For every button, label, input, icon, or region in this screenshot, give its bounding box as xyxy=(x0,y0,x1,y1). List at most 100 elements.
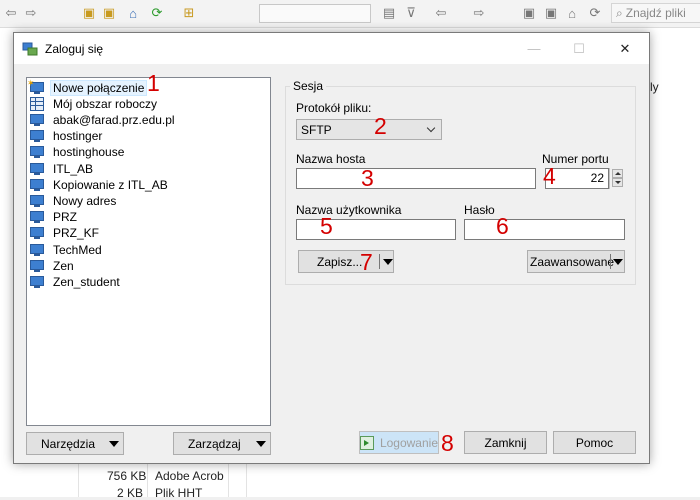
annotation-number: 6 xyxy=(496,213,509,239)
site-item[interactable]: Kopiowanie z ITL_AB xyxy=(29,177,170,193)
site-item[interactable]: hostinger xyxy=(29,128,104,144)
computer-icon xyxy=(29,243,45,257)
dropdown-arrow-icon xyxy=(613,259,623,265)
advanced-button[interactable]: Zaawansowane xyxy=(527,250,625,273)
site-item-label: Zen xyxy=(53,259,74,273)
site-item-label: Kopiowanie z ITL_AB xyxy=(53,178,168,192)
remote-refresh-icon[interactable]: ⟳ xyxy=(586,5,604,21)
site-item[interactable]: Nowy adres xyxy=(29,193,118,209)
background-toolbar: ⇦ ⇨ ▣ ▣ ⌂ ⟳ ⊞ ▤ ⊽ ⇦ ⇨ ▣ ▣ ⌂ ⟳ ⌕ Znajdź p… xyxy=(0,0,700,28)
folder-up-icon[interactable]: ▣ xyxy=(80,5,98,21)
dialog-title: Zaloguj się xyxy=(45,42,104,56)
close-button[interactable]: Zamknij xyxy=(464,431,547,454)
tree-icon[interactable]: ⊞ xyxy=(180,5,198,21)
home-icon[interactable]: ⌂ xyxy=(124,5,142,21)
tools-button[interactable]: Narzędzia xyxy=(26,432,124,455)
spin-down-icon[interactable] xyxy=(612,178,623,187)
site-item[interactable]: Zen xyxy=(29,258,76,274)
workspace-icon xyxy=(29,97,45,111)
dialog-titlebar[interactable]: Zaloguj się — ☐ ✕ xyxy=(14,33,649,64)
split-separator xyxy=(610,254,611,269)
manage-button-label: Zarządzaj xyxy=(188,436,241,451)
file-type-cell: Adobe Acrob xyxy=(155,469,224,483)
search-icon: ⌕ xyxy=(616,5,623,20)
annotation-number: 5 xyxy=(320,213,333,239)
computer-icon xyxy=(29,275,45,289)
login-icon xyxy=(360,435,374,450)
dropdown-arrow-icon xyxy=(109,441,119,447)
forward-icon[interactable]: ⇨ xyxy=(22,5,40,21)
site-item-label: ITL_AB xyxy=(53,162,94,176)
annotation-number: 3 xyxy=(361,165,374,191)
computer-icon xyxy=(29,226,45,240)
computer-icon xyxy=(29,178,45,192)
help-button[interactable]: Pomoc xyxy=(553,431,636,454)
dropdown-arrow-icon xyxy=(256,441,266,447)
site-item-label: PRZ xyxy=(53,210,77,224)
password-input[interactable] xyxy=(464,219,625,240)
root-folder-icon[interactable]: ▣ xyxy=(100,5,118,21)
filter-icon[interactable]: ⊽ xyxy=(402,5,420,21)
site-item-label: TechMed xyxy=(53,243,102,257)
site-item-label: hostinger xyxy=(53,129,103,143)
column-divider xyxy=(228,460,229,497)
protocol-select[interactable]: SFTP xyxy=(296,119,442,140)
save-button[interactable]: Zapisz... xyxy=(298,250,394,273)
site-list[interactable]: ✶ Nowe połączenie Mój obszar roboczy aba… xyxy=(26,77,271,426)
host-input[interactable] xyxy=(296,168,536,189)
annotation-number: 4 xyxy=(543,163,556,189)
remote-folder-icon[interactable]: ▣ xyxy=(520,5,538,21)
open-directory-icon[interactable]: ▤ xyxy=(380,5,398,21)
login-button[interactable]: Logowanie xyxy=(359,431,439,454)
manage-button[interactable]: Zarządzaj xyxy=(173,432,271,455)
minimize-button[interactable]: — xyxy=(511,33,557,64)
dropdown-arrow-icon xyxy=(383,259,393,265)
computer-icon xyxy=(29,259,45,273)
port-stepper[interactable] xyxy=(609,168,625,189)
column-divider xyxy=(78,460,79,497)
file-size-cell: 2 KB xyxy=(117,486,144,500)
annotation-number: 2 xyxy=(374,113,387,139)
remote-home-icon[interactable]: ⌂ xyxy=(563,5,581,21)
site-item-label: abak@farad.prz.edu.pl xyxy=(53,113,175,127)
remote-root-icon[interactable]: ▣ xyxy=(542,5,560,21)
back-icon[interactable]: ⇦ xyxy=(2,5,20,21)
chevron-down-icon xyxy=(426,123,436,133)
site-item[interactable]: ITL_AB xyxy=(29,161,95,177)
remote-back-icon[interactable]: ⇦ xyxy=(432,5,450,21)
login-dialog: Zaloguj się — ☐ ✕ ✶ Nowe połączenie Mój … xyxy=(13,32,650,464)
annotation-number: 8 xyxy=(441,430,454,456)
find-files-button[interactable]: ⌕ Znajdź pliki xyxy=(611,3,700,23)
background-column-text: ly xyxy=(650,80,659,94)
computer-icon xyxy=(29,162,45,176)
column-divider xyxy=(147,460,148,497)
site-item[interactable]: PRZ_KF xyxy=(29,225,101,241)
refresh-icon[interactable]: ⟳ xyxy=(148,5,166,21)
remote-path-dropdown[interactable] xyxy=(259,4,371,23)
username-label: Nazwa użytkownika xyxy=(296,203,402,217)
site-item-new-connection[interactable]: ✶ Nowe połączenie xyxy=(27,78,148,96)
site-item-label: Zen_student xyxy=(53,275,120,289)
site-item-label: Nowe połączenie xyxy=(49,80,148,96)
annotation-number: 7 xyxy=(360,249,373,275)
close-window-button[interactable]: ✕ xyxy=(602,33,648,64)
site-item[interactable]: Zen_student xyxy=(29,274,122,290)
maximize-button[interactable]: ☐ xyxy=(556,33,602,64)
site-item[interactable]: hostinghouse xyxy=(29,144,126,160)
column-divider xyxy=(246,460,247,497)
find-files-label: Znajdź pliki xyxy=(625,6,686,20)
computer-icon xyxy=(29,194,45,208)
site-item-label: PRZ_KF xyxy=(53,226,100,240)
site-item[interactable]: abak@farad.prz.edu.pl xyxy=(29,112,177,128)
site-item[interactable]: PRZ xyxy=(29,209,79,225)
file-type-cell: Plik HHT xyxy=(155,486,203,500)
split-separator xyxy=(379,254,380,269)
spin-up-icon[interactable] xyxy=(612,169,623,178)
remote-forward-icon[interactable]: ⇨ xyxy=(470,5,488,21)
advanced-button-label: Zaawansowane xyxy=(530,254,615,269)
site-item-workspace[interactable]: Mój obszar roboczy xyxy=(29,96,159,112)
new-site-icon: ✶ xyxy=(27,78,45,95)
site-item-label: Nowy adres xyxy=(53,194,117,208)
site-item[interactable]: TechMed xyxy=(29,242,104,258)
protocol-select-value: SFTP xyxy=(301,122,332,137)
